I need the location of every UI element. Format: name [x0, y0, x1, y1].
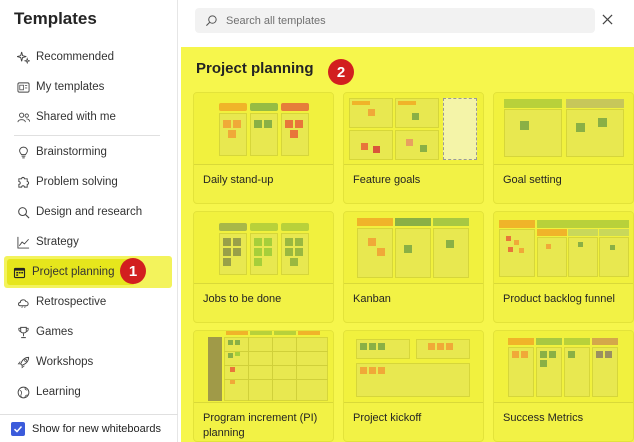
sidebar-footer: Show for new whiteboards: [0, 414, 178, 442]
template-thumbnail: [194, 331, 333, 403]
sidebar-item-games[interactable]: Games: [10, 319, 170, 345]
template-thumbnail: [344, 212, 483, 284]
template-card-label: Success Metrics: [503, 412, 584, 424]
puzzle-icon: [16, 175, 30, 189]
sparkle-icon: [16, 50, 30, 64]
template-thumbnail: [194, 212, 333, 284]
template-card-project-kickoff[interactable]: Project kickoff: [343, 330, 484, 442]
sidebar-item-label: Strategy: [36, 236, 79, 248]
show-for-new-whiteboards-label: Show for new whiteboards: [32, 422, 162, 435]
magnifier-icon: [16, 205, 30, 219]
template-card-label: Jobs to be done: [203, 293, 282, 305]
template-card-label: Project kickoff: [353, 412, 422, 424]
search-input[interactable]: Search all templates: [195, 8, 595, 33]
section-title: Project planning: [196, 60, 314, 77]
sidebar-item-problem-solving[interactable]: Problem solving: [10, 169, 170, 195]
template-card-daily-stand-up[interactable]: Daily stand-up: [193, 92, 334, 204]
sidebar-item-design-and-research[interactable]: Design and research: [10, 199, 170, 225]
template-card-label: Kanban: [353, 293, 391, 305]
sidebar-item-workshops[interactable]: Workshops: [10, 349, 170, 375]
sidebar-item-retrospective[interactable]: Retrospective: [10, 289, 170, 315]
sidebar-item-label: My templates: [36, 81, 105, 93]
show-for-new-whiteboards-checkbox[interactable]: [11, 421, 25, 436]
template-card-label: Goal setting: [503, 174, 562, 186]
sidebar-item-label: Shared with me: [36, 111, 116, 123]
checkmark-icon: [13, 425, 23, 433]
template-card-product-backlog-funnel[interactable]: Product backlog funnel: [493, 211, 634, 323]
sidebar-item-label: Recommended: [36, 51, 114, 63]
template-thumbnail: [494, 212, 633, 284]
close-icon: [601, 13, 613, 25]
sidebar-item-label: Design and research: [36, 206, 143, 218]
main-panel: Search all templates Project planning 2: [178, 0, 634, 442]
sidebar-item-project-planning-selected: Project planning: [7, 259, 135, 285]
sidebar-item-label: Workshops: [36, 356, 94, 368]
rocket-icon: [16, 355, 30, 369]
people-icon: [16, 110, 30, 124]
templates-content: Project planning 2 Daily stand-up Featur…: [181, 47, 634, 442]
template-card-program-increment-pi-planning[interactable]: Program increment (PI) planning: [193, 330, 334, 442]
calendar-icon: [12, 265, 26, 279]
template-thumbnail: [494, 331, 633, 403]
sidebar-item-label: Problem solving: [36, 176, 118, 188]
close-button[interactable]: [598, 10, 616, 28]
sidebar-item-project-planning[interactable]: Project planning: [4, 256, 172, 288]
sidebar-item-label: Retrospective: [36, 296, 107, 308]
sidebar-title: Templates: [14, 9, 97, 28]
sidebar-item-label: Brainstorming: [36, 146, 107, 158]
trophy-icon: [16, 325, 30, 339]
cloud-icon: [16, 295, 30, 309]
sidebar-item-label: Project planning: [32, 266, 115, 278]
template-thumbnail: [344, 93, 483, 165]
chart-icon: [16, 235, 30, 249]
template-card-goal-setting[interactable]: Goal setting: [493, 92, 634, 204]
template-thumbnail: [494, 93, 633, 165]
template-card-label: Daily stand-up: [203, 174, 274, 186]
lightbulb-icon: [16, 145, 30, 159]
template-thumbnail: [344, 331, 483, 403]
sidebar-item-my-templates[interactable]: My templates: [10, 74, 170, 100]
template-card-label: Feature goals: [353, 174, 421, 186]
sidebar-item-brainstorming[interactable]: Brainstorming: [10, 139, 170, 165]
template-card-jobs-to-be-done[interactable]: Jobs to be done: [193, 211, 334, 323]
sidebar-item-shared-with-me[interactable]: Shared with me: [10, 104, 170, 130]
template-card-feature-goals[interactable]: Feature goals: [343, 92, 484, 204]
search-placeholder: Search all templates: [226, 14, 326, 27]
globe-icon: [16, 385, 30, 399]
template-thumbnail: [194, 93, 333, 165]
sidebar: Templates Recommended My templates Share…: [0, 0, 178, 442]
templates-icon: [16, 80, 30, 94]
sidebar-item-strategy[interactable]: Strategy: [10, 229, 170, 255]
sidebar-item-label: Learning: [36, 386, 81, 398]
template-card-success-metrics[interactable]: Success Metrics: [493, 330, 634, 442]
sidebar-item-learning[interactable]: Learning: [10, 379, 170, 405]
annotation-badge-2: 2: [328, 59, 354, 85]
annotation-badge-1: 1: [120, 258, 146, 284]
template-card-kanban[interactable]: Kanban: [343, 211, 484, 323]
template-card-label: Product backlog funnel: [503, 293, 615, 305]
sidebar-item-recommended[interactable]: Recommended: [10, 44, 170, 70]
search-icon: [205, 14, 218, 27]
sidebar-item-label: Games: [36, 326, 74, 338]
template-card-label: Program increment (PI) planning: [203, 412, 318, 439]
sidebar-divider: [14, 135, 160, 136]
